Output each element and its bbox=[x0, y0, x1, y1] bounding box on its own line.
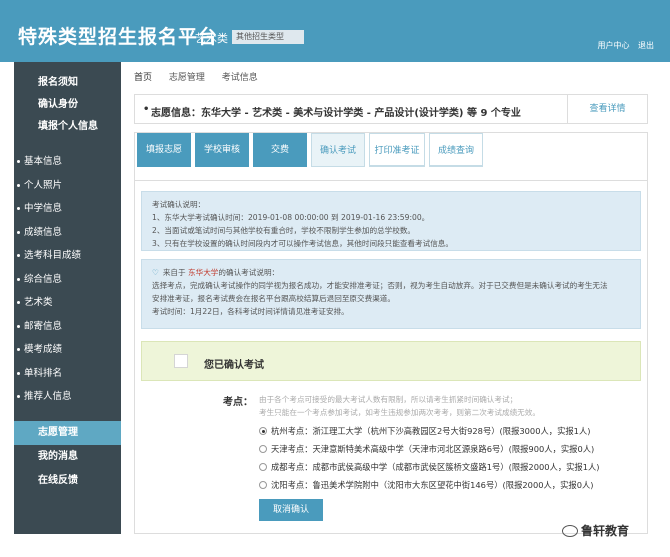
cancel-confirmation-button[interactable]: 取消确认 bbox=[259, 499, 323, 521]
confirmed-status-label: 您已确认考试 bbox=[204, 360, 264, 371]
wechat-watermark: 鲁轩教育 bbox=[562, 522, 629, 539]
notice-suffix: 的确认考试说明： bbox=[218, 268, 280, 277]
tab-fill-application[interactable]: 填报志愿 bbox=[137, 133, 191, 167]
sidebar-item-photo[interactable]: 个人照片 bbox=[14, 174, 121, 198]
wechat-icon bbox=[562, 525, 578, 537]
school-exam-notice: ♡ 来自于 东华大学的确认考试说明： 选择考点，完成确认考试操作的同学视为报名成功… bbox=[141, 259, 641, 329]
sidebar-item-referee-info[interactable]: 推荐人信息 bbox=[14, 385, 121, 409]
radio-icon[interactable] bbox=[259, 445, 267, 453]
watermark-text: 鲁轩教育 bbox=[581, 524, 630, 538]
sidebar-item-comprehensive-info[interactable]: 综合信息 bbox=[14, 268, 121, 292]
sidebar-item-personal-info[interactable]: 填报个人信息 bbox=[14, 116, 121, 138]
admission-type-select[interactable]: 其他招生类型 bbox=[232, 30, 304, 44]
category-label: 艺术类 bbox=[195, 32, 228, 45]
exam-site-option-shenyang[interactable]: 沈阳考点：鲁迅美术学院附中（沈阳市大东区望花中街146号）(限报2000人，实报… bbox=[259, 476, 600, 494]
site-title: 特殊类型招生报名平台 bbox=[18, 26, 219, 48]
exam-site-option-label: 成都考点：成都市武侯高级中学（成都市武侯区簇桥文盛路1号）(限报2000人，实报… bbox=[271, 462, 600, 472]
tab-confirm-exam[interactable]: 确认考试 bbox=[311, 133, 365, 167]
instructions-line: 1、东华大学考试确认时间：2019-01-08 00:00:00 到 2019-… bbox=[152, 213, 430, 222]
confirm-checkbox[interactable] bbox=[174, 354, 188, 368]
bullet-icon: • bbox=[143, 104, 150, 115]
sidebar-item-basic-info[interactable]: 基本信息 bbox=[14, 150, 121, 174]
school-name: 东华大学 bbox=[188, 268, 219, 277]
application-summary-bar: • 志愿信息：东华大学 - 艺术类 - 美术与设计学类 - 产品设计(设计学类)… bbox=[134, 94, 648, 124]
breadcrumb: 首页 志愿管理 考试信息 bbox=[134, 70, 272, 83]
exam-site-options: 杭州考点：浙江理工大学（杭州下沙高教园区2号大街928号）(限报3000人，实报… bbox=[259, 422, 600, 494]
sidebar: 报名须知 确认身份 填报个人信息 基本信息 个人照片 中学信息 成绩信息 选考科… bbox=[14, 62, 121, 534]
step-tabs: 填报志愿 学校审核 交费 确认考试 打印准考证 成绩查询 bbox=[134, 132, 648, 180]
tab-score-query[interactable]: 成绩查询 bbox=[429, 133, 483, 167]
exam-site-option-hangzhou[interactable]: 杭州考点：浙江理工大学（杭州下沙高教园区2号大街928号）(限报3000人，实报… bbox=[259, 422, 600, 440]
exam-site-option-label: 沈阳考点：鲁迅美术学院附中（沈阳市大东区望花中街146号）(限报2000人，实报… bbox=[271, 480, 594, 490]
notice-prefix: 来自于 bbox=[162, 268, 186, 277]
sidebar-item-application-management[interactable]: 志愿管理 bbox=[14, 420, 121, 445]
exam-site-option-tianjin[interactable]: 天津考点：天津意斯特美术高级中学（天津市河北区源泉路6号）(限报900人，实报0… bbox=[259, 440, 600, 458]
breadcrumb-home[interactable]: 首页 bbox=[134, 73, 152, 83]
logout-link[interactable]: 退出 bbox=[638, 41, 654, 50]
exam-site-option-label: 杭州考点：浙江理工大学（杭州下沙高教园区2号大街928号）(限报3000人，实报… bbox=[271, 426, 591, 436]
sidebar-item-subject-rank[interactable]: 单科排名 bbox=[14, 362, 121, 386]
instructions-title: 考试确认说明： bbox=[152, 200, 206, 209]
sidebar-item-confirm-identity[interactable]: 确认身份 bbox=[14, 94, 121, 116]
sidebar-item-arts[interactable]: 艺术类 bbox=[14, 291, 121, 315]
top-header: 特殊类型招生报名平台 艺术类 其他招生类型 用户中心 退出 bbox=[0, 0, 670, 62]
school-notice-line: 选择考点，完成确认考试操作的同学视为报名成功，才能安排准考证；否则，视为考生自动… bbox=[152, 281, 608, 290]
instructions-line: 2、当面试或笔试时间与其他学校有重合时，学校不限制学生参加的总学校数。 bbox=[152, 226, 416, 235]
exam-site-option-label: 天津考点：天津意斯特美术高级中学（天津市河北区源泉路6号）(限报900人，实报0… bbox=[271, 444, 595, 454]
breadcrumb-exam-info[interactable]: 考试信息 bbox=[222, 73, 258, 83]
tab-print-admission-ticket[interactable]: 打印准考证 bbox=[369, 133, 425, 167]
sidebar-item-elective-grades[interactable]: 选考科目成绩 bbox=[14, 244, 121, 268]
confirmation-instructions: 考试确认说明： 1、东华大学考试确认时间：2019-01-08 00:00:00… bbox=[141, 191, 641, 251]
tab-school-review[interactable]: 学校审核 bbox=[195, 133, 249, 167]
instructions-line: 3、只有在学校设置的确认时间段内才可以操作考试信息，其他时间段只能查看考试信息。 bbox=[152, 239, 453, 248]
radio-icon[interactable] bbox=[259, 463, 267, 471]
confirmed-status-bar: 您已确认考试 bbox=[141, 341, 641, 381]
tab-payment[interactable]: 交费 bbox=[253, 133, 307, 167]
exam-site-note: 由于各个考点可接受的最大考试人数有限制，所以请考生抓紧时间确认考试； 考生只能在… bbox=[259, 393, 540, 419]
application-summary-text: 志愿信息：东华大学 - 艺术类 - 美术与设计学类 - 产品设计(设计学类) 等… bbox=[151, 108, 521, 119]
exam-site-label: 考点： bbox=[223, 397, 253, 408]
sidebar-item-grades[interactable]: 成绩信息 bbox=[14, 221, 121, 245]
sidebar-item-my-messages[interactable]: 我的消息 bbox=[14, 445, 121, 469]
sidebar-item-school-info[interactable]: 中学信息 bbox=[14, 197, 121, 221]
radio-icon[interactable] bbox=[259, 481, 267, 489]
breadcrumb-application-management[interactable]: 志愿管理 bbox=[169, 73, 205, 83]
view-details-link[interactable]: 查看详情 bbox=[567, 95, 647, 123]
page: 特殊类型招生报名平台 艺术类 其他招生类型 用户中心 退出 报名须知 确认身份 … bbox=[0, 0, 670, 557]
heart-icon: ♡ bbox=[152, 268, 159, 277]
user-links: 用户中心 退出 bbox=[591, 40, 654, 51]
sidebar-item-mailing-info[interactable]: 邮寄信息 bbox=[14, 315, 121, 339]
exam-site-note-line: 由于各个考点可接受的最大考试人数有限制，所以请考生抓紧时间确认考试； bbox=[259, 395, 518, 404]
exam-confirm-panel: 考试确认说明： 1、东华大学考试确认时间：2019-01-08 00:00:00… bbox=[134, 180, 648, 534]
user-center-link[interactable]: 用户中心 bbox=[597, 41, 629, 50]
exam-site-option-chengdu[interactable]: 成都考点：成都市武侯高级中学（成都市武侯区簇桥文盛路1号）(限报2000人，实报… bbox=[259, 458, 600, 476]
radio-selected-icon[interactable] bbox=[259, 427, 267, 435]
exam-site-note-line: 考生只能在一个考点参加考试，如考生违规参加两次考考，则第二次考试成绩无效。 bbox=[259, 408, 540, 417]
school-notice-line: 考试时间：1月22日，各科考试时间详情请见准考证安排。 bbox=[152, 307, 349, 316]
school-notice-line: 安排准考证，报名考试费会在报名平台跟高校结算后退回至原交费渠道。 bbox=[152, 294, 395, 303]
sidebar-item-mock-exam[interactable]: 模考成绩 bbox=[14, 338, 121, 362]
sidebar-item-online-feedback[interactable]: 在线反馈 bbox=[14, 469, 121, 493]
sidebar-item-registration-notice[interactable]: 报名须知 bbox=[14, 72, 121, 94]
